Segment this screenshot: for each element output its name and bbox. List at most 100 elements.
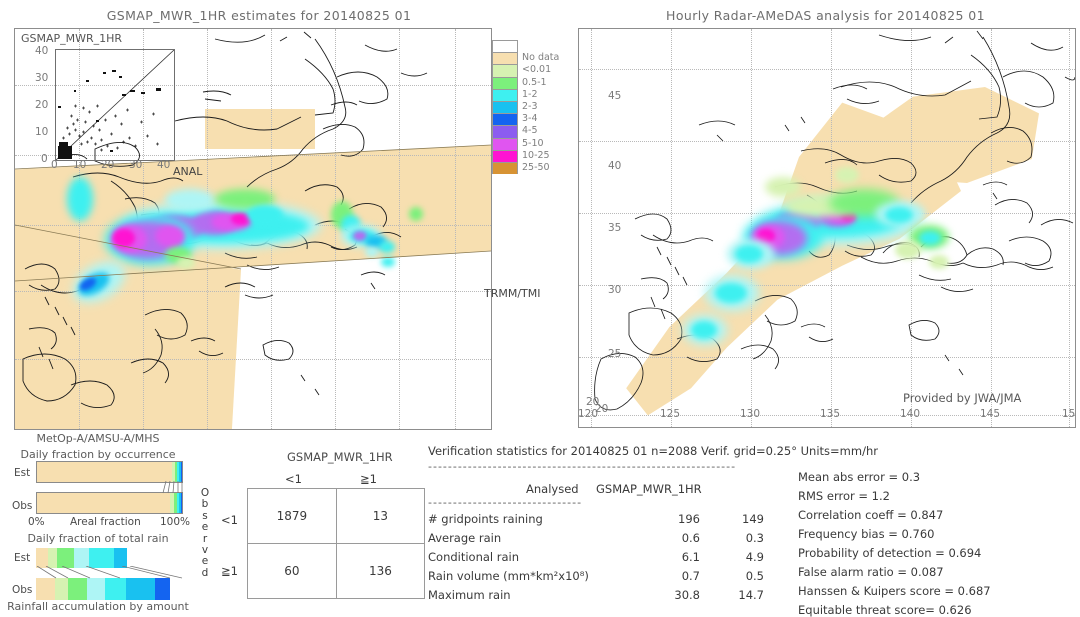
- colorbar-label-4: 1-2: [522, 88, 538, 100]
- right-map[interactable]: Provided by JWA/JMA 20: [578, 28, 1076, 428]
- colorbar-label-3: 0.5-1: [522, 76, 547, 88]
- stats-row-analysed: 0.6: [681, 531, 700, 545]
- right-y-tick: 20: [586, 396, 600, 408]
- stats-row-analysed: 196: [678, 512, 700, 526]
- colorbar-label-10: 25-50: [522, 162, 550, 173]
- colorbar-swatch-5: [492, 100, 518, 114]
- observed-letters: Observed: [199, 487, 211, 579]
- precip-blob: [691, 321, 717, 339]
- inset-y-tick: 20: [35, 99, 49, 111]
- sensor-label-trmm: TRMM/TMI: [484, 287, 541, 300]
- colorbar-swatch-9: [492, 149, 518, 162]
- score-correlation-coeff: Correlation coeff = 0.847: [798, 508, 944, 522]
- chart1-title: Daily fraction by occurrence: [20, 448, 176, 461]
- observed-letter: d: [201, 566, 209, 579]
- bar-segment-1: [55, 578, 69, 600]
- colorbar-label-8: 5-10: [522, 137, 544, 149]
- bar-segment-4: [105, 578, 126, 600]
- right-x-tick: 130: [740, 408, 761, 420]
- stats-row-label: Average rain: [428, 531, 502, 545]
- left-map[interactable]: GSMAP_MWR_1HR 40 30 20 10 0 0 10 20 30 4…: [14, 28, 492, 430]
- score-frequency-bias: Frequency bias = 0.760: [798, 527, 935, 541]
- right-x-tick: 15: [1062, 408, 1076, 420]
- right-x-tick: 140: [900, 408, 921, 420]
- stats-row-label: Rain volume (mm*km²x10⁸): [428, 569, 589, 583]
- stats-col-estimate: GSMAP_MWR_1HR: [596, 482, 702, 496]
- bar-label-obs-total-rain: Obs: [12, 584, 33, 596]
- precip-blob: [735, 245, 763, 263]
- bar-est-total-rain: [36, 548, 183, 568]
- bar-segment-5: [125, 578, 156, 600]
- colorbar-label-5: 2-3: [522, 101, 538, 112]
- precip-blob: [715, 283, 747, 303]
- inset-x-tick: 10: [73, 159, 87, 171]
- bar-segment-3: [74, 548, 89, 568]
- bar-segment-0: [37, 462, 173, 482]
- contingency-grid: 1879 13 60 136: [247, 488, 426, 599]
- right-y-tick: 30: [608, 284, 622, 296]
- contingency-table: GSMAP_MWR_1HR <1 ≧1 Observed Observed <1…: [195, 440, 426, 612]
- bar-segment-5: [113, 548, 128, 568]
- inset-title: GSMAP_MWR_1HR: [21, 32, 123, 45]
- chart2-title: Daily fraction of total rain: [27, 532, 169, 545]
- bar-segment-2: [56, 548, 75, 568]
- stats-row-label: # gridpoints raining: [428, 512, 543, 526]
- colorbar-swatch-10: [492, 161, 518, 175]
- colorbar-swatch-8: [492, 137, 518, 150]
- cell-hit: 136: [335, 543, 426, 599]
- score-false-alarm-ratio: False alarm ratio = 0.087: [798, 565, 944, 579]
- precip-blob: [929, 255, 949, 269]
- precip-blob: [895, 241, 921, 259]
- bar-label-est-total-rain: Est: [14, 552, 31, 564]
- verification-statistics: Verification statistics for 20140825 01 …: [428, 442, 1078, 617]
- stats-row-estimate: 0.5: [745, 569, 764, 583]
- bar-segment-0: [37, 493, 171, 513]
- contingency-row-header-ge1: ≧1: [221, 564, 238, 578]
- contingency-title: GSMAP_MWR_1HR: [287, 450, 393, 464]
- chart1-axis-left: 0%: [28, 516, 45, 528]
- provided-by-label: Provided by JWA/JMA: [903, 391, 1022, 405]
- inset-x-tick: 20: [101, 159, 115, 171]
- colorbar-swatch-2: [492, 64, 518, 77]
- right-y-tick: 35: [608, 222, 622, 234]
- right-x-tick: 145: [980, 408, 1001, 420]
- colorbar-legend: No data <0.01 0.5-1 1-2 2-3 3-4 4-5 5-10 10-25 25…: [492, 40, 559, 175]
- stats-row-estimate: 0.3: [745, 531, 764, 545]
- bar-est-occurrence: [36, 461, 183, 483]
- bar-segment-4: [88, 548, 114, 568]
- bar-segment-5: [180, 493, 182, 513]
- inset-y-tick: 0: [41, 153, 48, 165]
- chart1-axis-center: Areal fraction: [70, 516, 141, 528]
- bar-segment-6: [155, 578, 170, 600]
- right-x-tick: 120: [578, 408, 599, 420]
- inset-y-tick: 40: [35, 45, 49, 57]
- bar-segment-3: [87, 578, 106, 600]
- inset-x-tick: 30: [129, 159, 143, 171]
- stats-header: Verification statistics for 20140825 01 …: [428, 444, 878, 458]
- colorbar-swatch-4: [492, 88, 518, 101]
- inset-y-tick: 10: [35, 126, 49, 138]
- occurrence-connectors: [162, 481, 183, 494]
- score-probability-of-detection: Probability of detection = 0.694: [798, 546, 982, 560]
- cell-miss: 60: [247, 543, 337, 599]
- right-x-tick: 135: [820, 408, 841, 420]
- stats-row-analysed: 6.1: [681, 550, 700, 564]
- stats-divider-short: -------------------------------: [428, 496, 583, 509]
- inset-x-tick: 40: [157, 159, 171, 171]
- colorbar-label-9: 10-25: [522, 149, 550, 161]
- bar-segment-2: [68, 578, 88, 600]
- colorbar-label-7: 4-5: [522, 125, 538, 137]
- colorbar-swatch-3: [492, 76, 518, 89]
- chart2-axis-label: Rainfall accumulation by amount: [7, 600, 189, 613]
- stats-row-estimate: 14.7: [738, 588, 764, 602]
- colorbar-swatch-7: [492, 125, 518, 138]
- inset-scatter-plot[interactable]: [55, 49, 175, 161]
- score-hanssen-kuipers: Hanssen & Kuipers score = 0.687: [798, 584, 991, 598]
- left-panel-title: GSMAP_MWR_1HR estimates for 20140825 01: [106, 8, 412, 23]
- inset-y-tick: 30: [35, 72, 49, 84]
- total-rain-connectors: [36, 566, 183, 579]
- stats-col-analysed: Analysed: [526, 482, 579, 496]
- colorbar-swatch-1: [492, 52, 518, 65]
- colorbar-label-6: 3-4: [522, 113, 538, 125]
- stats-row-label: Conditional rain: [428, 550, 520, 564]
